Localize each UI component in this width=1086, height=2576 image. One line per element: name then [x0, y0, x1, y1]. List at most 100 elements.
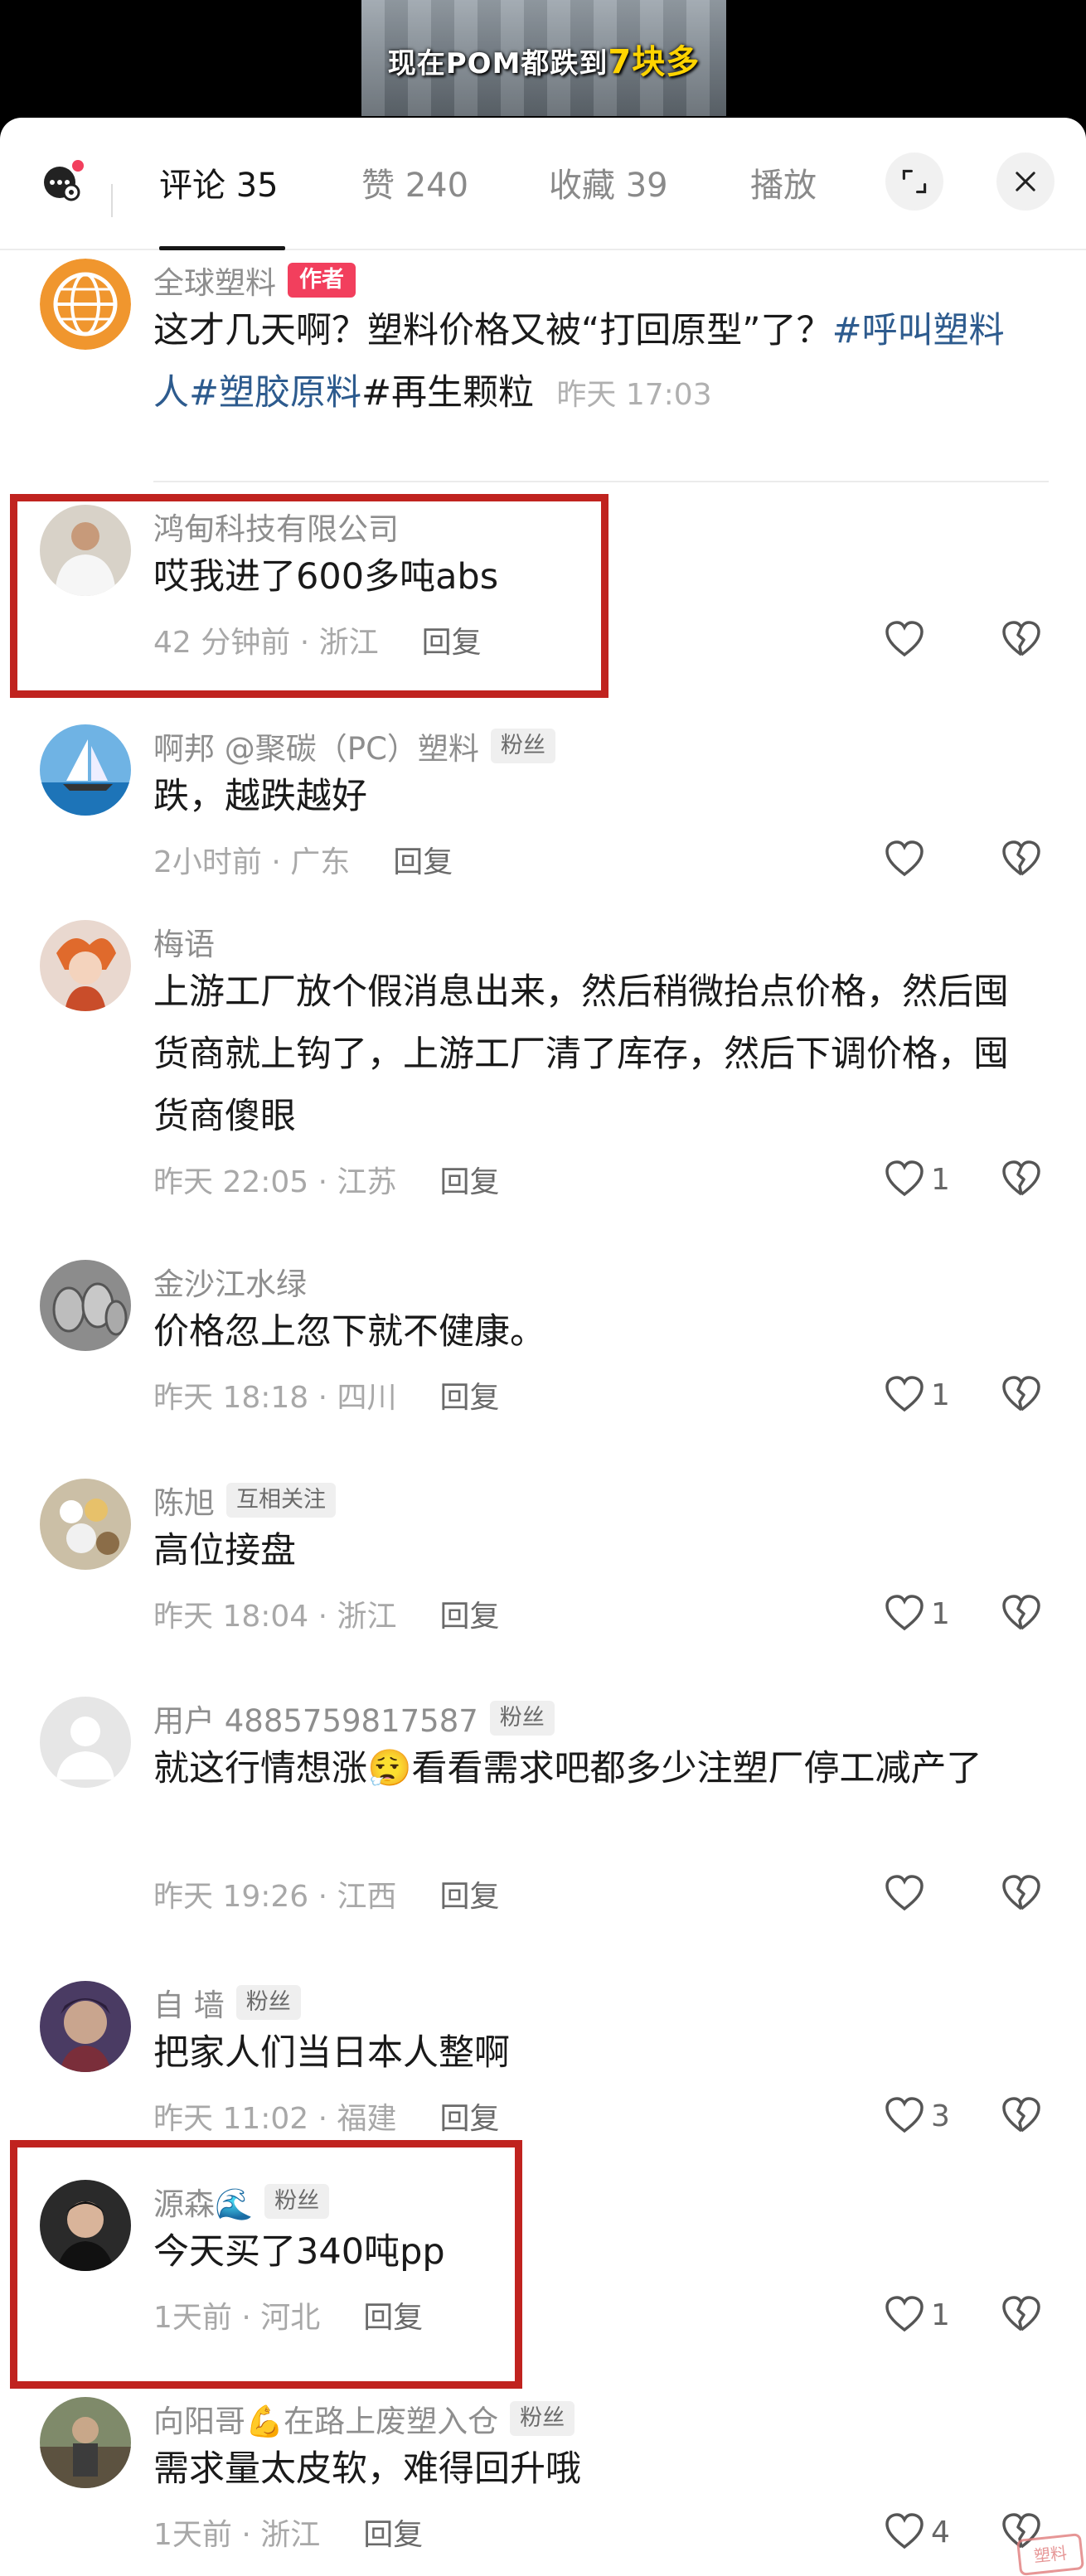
- tab-plays[interactable]: 播放: [750, 161, 817, 211]
- timestamp: 昨天 11:02 · 福建: [153, 2102, 397, 2136]
- timestamp: 昨天 18:18 · 四川: [153, 1381, 397, 1415]
- avatar[interactable]: [40, 259, 131, 350]
- heart-icon: [885, 1376, 924, 1412]
- avatar[interactable]: [40, 724, 131, 816]
- reply-button[interactable]: 回复: [440, 2094, 500, 2138]
- video-player-area[interactable]: 现在POM都跌到7块多: [0, 0, 1086, 124]
- message-settings-icon[interactable]: [40, 159, 86, 206]
- broken-heart-icon: [1002, 2296, 1040, 2331]
- broken-heart-icon: [1002, 1376, 1040, 1411]
- like-button[interactable]: 1: [883, 1591, 950, 1637]
- timestamp: 昨天 18:04 · 浙江: [153, 1600, 397, 1634]
- highlight-box: [10, 2140, 522, 2389]
- comment-text: 上游工厂放个假消息出来，然后稍微抬点价格，然后囤货商就上钩了，上游工厂清了库存，…: [153, 971, 1009, 1137]
- like-button[interactable]: 1: [883, 1156, 950, 1203]
- avatar[interactable]: [40, 920, 131, 1011]
- comment-text: 价格忽上忽下就不健康。: [153, 1311, 545, 1353]
- timestamp: 1天前 · 浙江: [153, 2518, 321, 2552]
- reply-button[interactable]: 回复: [363, 2511, 423, 2554]
- broken-heart-icon: [1002, 621, 1040, 656]
- dislike-button[interactable]: [1000, 2292, 1043, 2338]
- reply-button[interactable]: 回复: [440, 1592, 500, 1635]
- comment-meta: 昨天 18:04 · 浙江 回复: [153, 1593, 500, 1634]
- dislike-button[interactable]: [1000, 617, 1043, 663]
- reply-button[interactable]: 回复: [440, 1872, 500, 1915]
- dislike-button[interactable]: [1000, 1591, 1043, 1637]
- avatar[interactable]: [40, 1479, 131, 1570]
- comment-meta: 昨天 11:02 · 福建 回复: [153, 2095, 500, 2137]
- broken-heart-icon: [1002, 2097, 1040, 2133]
- like-button[interactable]: [883, 836, 931, 883]
- comment-meta: 1天前 · 浙江 回复: [153, 2511, 423, 2553]
- dislike-button[interactable]: [1000, 2093, 1043, 2139]
- heart-icon: [885, 2097, 924, 2133]
- highlight-box: [10, 494, 608, 698]
- comment-text: 就这行情想涨😮‍💨看看需求吧都多少注塑厂停工减产了: [153, 1748, 982, 1789]
- hashtag[interactable]: #塑胶原料: [189, 372, 361, 414]
- heart-icon: [885, 1595, 924, 1631]
- timestamp: 昨天 17:03: [556, 378, 712, 412]
- reply-button[interactable]: 回复: [393, 838, 453, 881]
- mutual-follow-badge: 互相关注: [226, 1483, 336, 1518]
- like-button[interactable]: 3: [883, 2093, 950, 2139]
- dislike-button[interactable]: [1000, 836, 1043, 883]
- dislike-button[interactable]: [1000, 1156, 1043, 1203]
- comment-text: 高位接盘: [153, 1530, 296, 1571]
- timestamp: 2小时前 · 广东: [153, 845, 351, 879]
- avatar[interactable]: [40, 1981, 131, 2072]
- heart-icon: [885, 621, 924, 657]
- comment-meta: 昨天 22:05 · 江苏 回复: [153, 1159, 500, 1200]
- dislike-button[interactable]: [1000, 1871, 1043, 1917]
- active-tab-indicator: [159, 246, 285, 250]
- username[interactable]: 梅语: [153, 919, 215, 964]
- like-count: 1: [931, 1378, 950, 1412]
- tab-comments[interactable]: 评论 35: [159, 161, 279, 211]
- fan-badge: 粉丝: [510, 2401, 575, 2436]
- like-count: 1: [931, 1596, 950, 1631]
- timestamp: 昨天 22:05 · 江苏: [153, 1165, 397, 1199]
- reply-button[interactable]: 回复: [440, 1158, 500, 1201]
- heart-icon: [885, 2513, 924, 2549]
- heart-icon: [885, 1160, 924, 1197]
- like-count: 1: [931, 1162, 950, 1197]
- comment-meta: 昨天 19:26 · 江西 回复: [153, 1873, 500, 1915]
- reply-button[interactable]: 回复: [440, 1373, 500, 1416]
- comment-text: 需求量太皮软，难得回升哦: [153, 2448, 581, 2490]
- username[interactable]: 自 墙: [153, 1980, 225, 2025]
- timestamp: 昨天 19:26 · 江西: [153, 1880, 397, 1914]
- like-button[interactable]: [883, 617, 931, 663]
- like-button[interactable]: 1: [883, 2292, 950, 2338]
- author-badge: 作者: [288, 263, 356, 298]
- username[interactable]: 向阳哥💪在路上废塑入仓: [153, 2396, 498, 2441]
- dislike-button[interactable]: [1000, 1372, 1043, 1418]
- video-thumbnail: 现在POM都跌到7块多: [361, 0, 726, 116]
- tab-favorites[interactable]: 收藏 39: [549, 161, 668, 211]
- broken-heart-icon: [1002, 1595, 1040, 1630]
- close-button[interactable]: [996, 153, 1054, 211]
- broken-heart-icon: [1002, 1160, 1040, 1196]
- like-count: 4: [931, 2515, 950, 2549]
- like-count: 3: [931, 2099, 950, 2133]
- broken-heart-icon: [1002, 1875, 1040, 1910]
- like-button[interactable]: 4: [883, 2509, 950, 2555]
- avatar[interactable]: [40, 1260, 131, 1351]
- username[interactable]: 陈旭: [153, 1478, 215, 1523]
- username[interactable]: 金沙江水绿: [153, 1259, 307, 1304]
- username[interactable]: 用户 4885759817587: [153, 1696, 478, 1741]
- username[interactable]: 全球塑料: [153, 258, 276, 303]
- like-button[interactable]: [883, 1871, 931, 1917]
- tab-bar: 评论 35 赞 240 收藏 39 播放: [0, 118, 1086, 250]
- comment-text: 这才几天啊？塑料价格又被“打回原型”了？#呼叫塑料人#塑胶原料#再生颗粒 昨天 …: [153, 310, 1005, 414]
- comment-meta: 昨天 18:18 · 四川 回复: [153, 1374, 500, 1416]
- like-button[interactable]: 1: [883, 1372, 950, 1418]
- username[interactable]: 啊邦 @聚碳（PC）塑料: [153, 724, 479, 768]
- close-icon: [1016, 172, 1035, 191]
- fan-badge: 粉丝: [235, 1985, 301, 2020]
- fan-badge: 粉丝: [490, 729, 555, 763]
- tab-likes[interactable]: 赞 240: [361, 161, 468, 211]
- avatar[interactable]: [40, 2397, 131, 2488]
- expand-button[interactable]: [885, 153, 943, 211]
- divider: [153, 481, 1049, 482]
- avatar[interactable]: [40, 1697, 131, 1788]
- comment-meta: 2小时前 · 广东 回复: [153, 839, 453, 880]
